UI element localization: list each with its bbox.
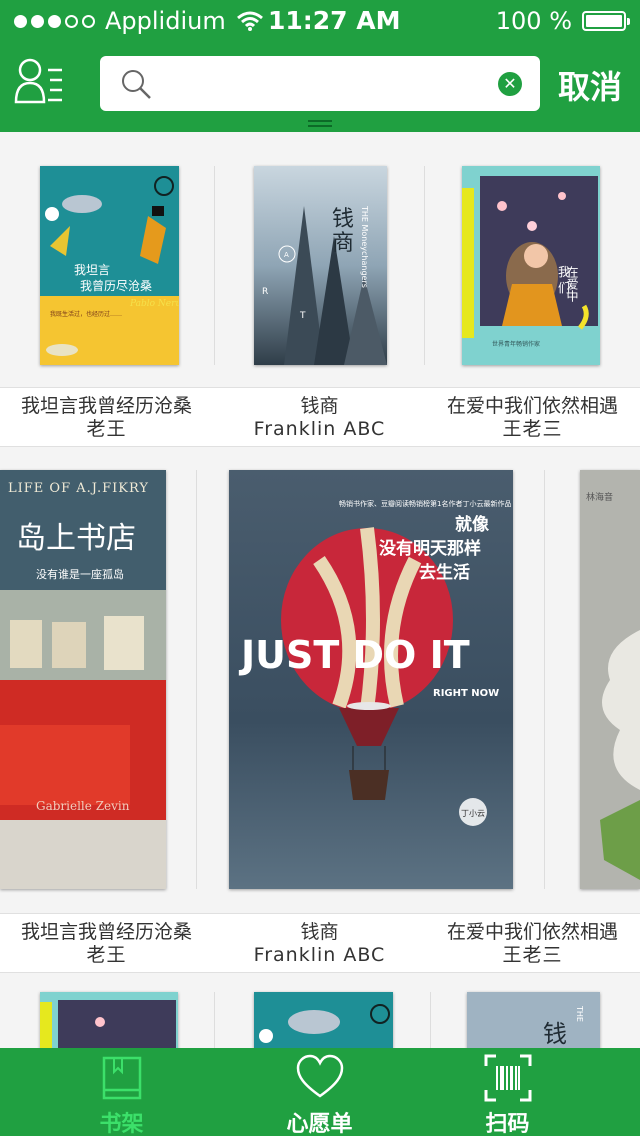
svg-text:去生活: 去生活: [419, 562, 470, 583]
book-title: 我坦言我曾经历沧桑: [20, 921, 192, 943]
book-author: 王老三: [502, 418, 563, 440]
close-icon: ✕: [503, 74, 517, 93]
svg-text:我既生活过，也经历过……: 我既生活过，也经历过……: [50, 310, 122, 318]
book-cover-5[interactable]: JUST DO IT RIGHT NOW 就像 没有明天那样 去生活 畅销书作家…: [229, 470, 513, 889]
search-icon: [122, 70, 151, 99]
cover-title-text: 岛上书店: [16, 521, 136, 556]
cancel-button[interactable]: 取消: [558, 62, 622, 108]
book-title: 钱商: [300, 395, 339, 417]
battery-info: 100 %: [495, 7, 630, 35]
book-title: 在爱中我们依然相遇: [446, 921, 618, 943]
cover-title-text: 我坦言: [74, 263, 110, 277]
cover-art: 林海音: [580, 470, 640, 889]
wifi-icon: [236, 11, 263, 31]
cover-art: 钱 THE: [467, 992, 600, 1052]
signal-strength-icon: [14, 14, 95, 28]
book-author: 老王: [86, 944, 127, 966]
svg-text:们: 们: [558, 280, 570, 295]
book-caption: 我坦言我曾经历沧桑 老王: [0, 921, 213, 967]
header: Applidium 11:27 AM 100 % ✕ 取消: [0, 0, 640, 132]
svg-text:钱: 钱: [332, 207, 354, 232]
tab-wishlist[interactable]: 心愿单: [213, 1048, 426, 1136]
cover-art: LIFE OF A.J.FIKRY 岛上书店 没有谁是一座孤岛 Gabriell…: [0, 470, 166, 889]
book-caption: 钱商 Franklin ABC: [213, 395, 426, 441]
heart-icon: [296, 1054, 343, 1098]
book-icon: [102, 1056, 141, 1100]
cover-art: 我坦言 我曾历尽沧桑 Pablo Neruda 我既生活过，也经历过……: [40, 166, 179, 365]
shelf-row-1: 我坦言 我曾历尽沧桑 Pablo Neruda 我既生活过，也经历过……: [0, 132, 640, 448]
svg-text:T: T: [299, 311, 306, 321]
carrier-info: Applidium: [14, 7, 264, 35]
status-time: 11:27 AM: [268, 6, 401, 35]
svg-text:商: 商: [332, 231, 354, 256]
svg-text:我曾历尽沧桑: 我曾历尽沧桑: [80, 278, 152, 293]
tab-bar: 书架 心愿单 扫码: [0, 1048, 640, 1136]
book-caption: 在爱中我们依然相遇 王老三: [426, 395, 639, 441]
status-bar: Applidium 11:27 AM 100 %: [0, 0, 640, 40]
svg-text:就像: 就像: [455, 514, 490, 535]
svg-text:THE Moneychangers: THE Moneychangers: [360, 205, 369, 288]
bookshelf-screen: Applidium 11:27 AM 100 % ✕ 取消 我坦言 我曾历尽沧桑…: [0, 0, 640, 1136]
svg-text:丁小云: 丁小云: [461, 809, 485, 818]
caption-band-1: 我坦言我曾经历沧桑 老王 钱商 Franklin ABC 在爱中我们依然相遇 王…: [0, 387, 640, 447]
book-title: 我坦言我曾经历沧桑: [20, 395, 192, 417]
svg-text:THE: THE: [575, 1005, 584, 1022]
svg-text:钱: 钱: [543, 1020, 567, 1048]
tab-scan[interactable]: 扫码: [401, 1048, 614, 1136]
svg-text:世界青年畅销作家: 世界青年畅销作家: [492, 340, 540, 348]
book-author: 王老三: [502, 944, 563, 966]
shelf-row-2: LIFE OF A.J.FIKRY 岛上书店 没有谁是一座孤岛 Gabriell…: [0, 448, 640, 974]
book-author: 老王: [86, 418, 127, 440]
cover-art: [254, 992, 393, 1052]
search-bar: ✕: [100, 56, 540, 111]
book-title: 钱商: [300, 921, 339, 943]
shelf-row-3: 钱 THE: [0, 974, 640, 1052]
svg-text:畅销书作家、豆瓣阅读畅销榜第1名作者丁小云最新作品: 畅销书作家、豆瓣阅读畅销榜第1名作者丁小云最新作品: [339, 499, 511, 508]
book-caption: 钱商 Franklin ABC: [213, 921, 426, 967]
book-author: Franklin ABC: [253, 418, 386, 440]
cover-top-text: LIFE OF A.J.FIKRY: [8, 481, 149, 496]
book-cover-9[interactable]: 钱 THE: [467, 992, 600, 1052]
svg-text:没有明天那样: 没有明天那样: [379, 538, 481, 559]
tab-label: 扫码: [485, 1112, 530, 1136]
cover-title-text: JUST DO IT: [238, 633, 470, 677]
cover-art: 在爱中 我 们 世界青年畅销作家: [462, 166, 600, 365]
battery-percent: 100 %: [495, 7, 572, 35]
book-cover-6[interactable]: 林海音: [580, 470, 640, 889]
caption-band-2: 我坦言我曾经历沧桑 老王 钱商 Franklin ABC 在爱中我们依然相遇 王…: [0, 913, 640, 973]
book-cover-8[interactable]: [254, 992, 393, 1052]
drag-handle-icon[interactable]: [308, 120, 332, 128]
tab-label: 心愿单: [286, 1112, 353, 1136]
user-list-icon: [14, 58, 62, 104]
carrier-name: Applidium: [105, 7, 226, 35]
svg-text:Gabrielle Zevin: Gabrielle Zevin: [36, 799, 130, 813]
book-title: 在爱中我们依然相遇: [446, 395, 618, 417]
cover-art: [40, 992, 178, 1052]
book-cover-7[interactable]: [40, 992, 178, 1052]
svg-text:林海音: 林海音: [586, 491, 613, 503]
svg-text:我: 我: [558, 265, 570, 279]
book-cover-3[interactable]: 在爱中 我 们 世界青年畅销作家: [462, 166, 600, 365]
book-caption: 在爱中我们依然相遇 王老三: [426, 921, 639, 967]
cover-art: 钱 商 THE Moneychangers A R T: [254, 166, 387, 365]
book-cover-2[interactable]: 钱 商 THE Moneychangers A R T: [254, 166, 387, 365]
tab-label: 书架: [99, 1112, 144, 1136]
barcode-scan-icon: [484, 1054, 531, 1102]
svg-text:A: A: [284, 251, 289, 259]
book-cover-4[interactable]: LIFE OF A.J.FIKRY 岛上书店 没有谁是一座孤岛 Gabriell…: [0, 470, 166, 889]
cover-art: JUST DO IT RIGHT NOW 就像 没有明天那样 去生活 畅销书作家…: [229, 470, 513, 889]
svg-text:R: R: [262, 287, 268, 297]
svg-text:RIGHT NOW: RIGHT NOW: [433, 688, 499, 699]
book-cover-1[interactable]: 我坦言 我曾历尽沧桑 Pablo Neruda 我既生活过，也经历过……: [40, 166, 179, 365]
tab-bookshelf[interactable]: 书架: [15, 1048, 228, 1136]
battery-icon: [582, 11, 630, 31]
svg-text:没有谁是一座孤岛: 没有谁是一座孤岛: [36, 567, 124, 581]
book-caption: 我坦言我曾经历沧桑 老王: [0, 395, 213, 441]
svg-text:Pablo Neruda: Pablo Neruda: [129, 299, 179, 309]
clear-search-button[interactable]: ✕: [498, 72, 522, 96]
book-author: Franklin ABC: [253, 944, 386, 966]
profile-menu-button[interactable]: [14, 56, 66, 108]
search-input[interactable]: [164, 66, 498, 102]
